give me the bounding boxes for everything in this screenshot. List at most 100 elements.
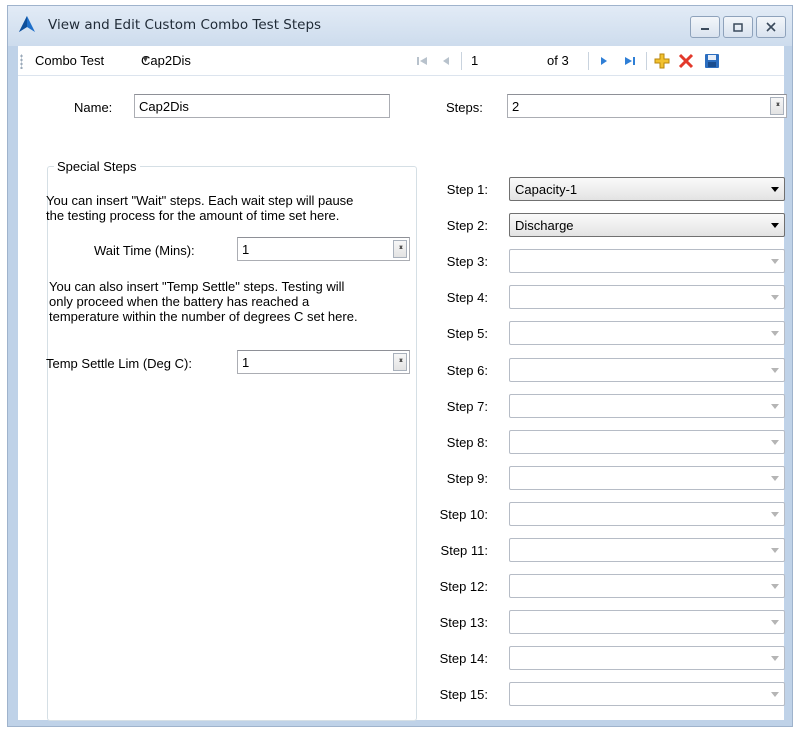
move-previous-icon xyxy=(443,57,449,65)
move-last-icon xyxy=(625,57,635,65)
maximize-icon xyxy=(733,22,743,32)
move-last-button[interactable] xyxy=(620,51,640,71)
wait-time-stepper[interactable]: 1 ▲ ▼ xyxy=(237,237,410,261)
special-steps-title: Special Steps xyxy=(54,159,140,174)
toolbar-grip[interactable] xyxy=(20,54,23,69)
spin-arrows-icon[interactable]: ▲ ▼ xyxy=(393,353,407,371)
step-select xyxy=(509,394,785,418)
step-select xyxy=(509,249,785,273)
step-select[interactable]: Discharge xyxy=(509,213,785,237)
name-input-value: Cap2Dis xyxy=(139,99,189,114)
combo-test-select[interactable]: Cap2Dis ▼ xyxy=(138,49,406,72)
step-select xyxy=(509,285,785,309)
save-disk-icon xyxy=(705,54,719,68)
name-label: Name: xyxy=(74,100,113,115)
dropdown-arrow-icon xyxy=(771,692,779,697)
dropdown-arrow-icon xyxy=(771,259,779,264)
wait-time-label: Wait Time (Mins): xyxy=(94,243,195,258)
move-next-icon xyxy=(601,57,607,65)
step-label: Step 1: xyxy=(446,182,488,197)
dropdown-arrow-icon xyxy=(771,331,779,336)
step-label: Step 13: xyxy=(439,615,488,630)
move-previous-button[interactable] xyxy=(436,51,456,71)
move-first-button[interactable] xyxy=(412,51,432,71)
app-logo-icon xyxy=(19,16,35,32)
spin-arrows-icon[interactable]: ▲ ▼ xyxy=(393,240,407,258)
step-label: Step 7: xyxy=(446,399,488,414)
step-select xyxy=(509,358,785,382)
maximize-button[interactable] xyxy=(723,16,753,38)
toolbar-separator xyxy=(461,52,462,70)
temp-settle-value: 1 xyxy=(242,355,250,370)
chevron-down-icon: ▼ xyxy=(141,54,150,64)
step-select xyxy=(509,646,785,670)
dropdown-arrow-icon xyxy=(771,476,779,481)
spin-arrows-icon[interactable]: ▲ ▼ xyxy=(770,97,784,115)
dropdown-arrow-icon xyxy=(771,620,779,625)
steps-label: Steps: xyxy=(446,100,483,115)
dropdown-arrow-icon xyxy=(771,440,779,445)
step-select xyxy=(509,682,785,706)
navigator-toolbar: Combo Test Cap2Dis ▼ 1 of 3 xyxy=(18,46,784,76)
dropdown-arrow-icon xyxy=(771,548,779,553)
minimize-icon xyxy=(701,28,709,30)
position-value: 1 xyxy=(471,53,479,68)
wait-time-value: 1 xyxy=(242,242,250,257)
step-select xyxy=(509,574,785,598)
step-select xyxy=(509,321,785,345)
steps-stepper-value: 2 xyxy=(512,99,520,114)
position-input[interactable]: 1 xyxy=(467,49,531,72)
step-select-value: Capacity-1 xyxy=(515,182,578,197)
step-label: Step 14: xyxy=(439,651,488,666)
delete-button[interactable] xyxy=(676,51,696,71)
temp-settle-stepper[interactable]: 1 ▲ ▼ xyxy=(237,350,410,374)
move-next-button[interactable] xyxy=(594,51,614,71)
dropdown-arrow-icon xyxy=(771,404,779,409)
step-select xyxy=(509,430,785,454)
name-input[interactable]: Cap2Dis xyxy=(134,94,390,118)
combo-test-window: View and Edit Custom Combo Test Steps Co… xyxy=(7,5,793,727)
move-first-icon xyxy=(417,57,427,65)
form-client-area: Name: Cap2Dis Steps: 2 ▲ ▼ Special Steps … xyxy=(18,76,787,721)
step-select xyxy=(509,466,785,490)
temp-description-line-3: temperature within the number of degrees… xyxy=(49,309,358,324)
step-label: Step 5: xyxy=(446,326,488,341)
dropdown-arrow-icon xyxy=(771,584,779,589)
step-label: Step 12: xyxy=(439,579,488,594)
step-label: Step 15: xyxy=(439,687,488,702)
delete-x-icon xyxy=(678,53,694,69)
dropdown-arrow-icon xyxy=(771,512,779,517)
dropdown-arrow-icon xyxy=(771,223,779,228)
step-label: Step 3: xyxy=(446,254,488,269)
dropdown-arrow-icon xyxy=(771,368,779,373)
dropdown-arrow-icon xyxy=(771,295,779,300)
step-label: Step 4: xyxy=(446,290,488,305)
step-select xyxy=(509,538,785,562)
step-select xyxy=(509,502,785,526)
wait-description-line-2: the testing process for the amount of ti… xyxy=(46,208,340,223)
step-label: Step 9: xyxy=(446,471,488,486)
temp-description-line-1: You can also insert "Temp Settle" steps.… xyxy=(49,279,345,294)
steps-stepper[interactable]: 2 ▲ ▼ xyxy=(507,94,787,118)
add-new-button[interactable] xyxy=(652,51,672,71)
step-label: Step 8: xyxy=(446,435,488,450)
dropdown-arrow-icon xyxy=(771,656,779,661)
step-select[interactable]: Capacity-1 xyxy=(509,177,785,201)
close-icon xyxy=(766,22,776,32)
temp-description-line-2: only proceed when the battery has reache… xyxy=(49,294,310,309)
close-button[interactable] xyxy=(756,16,786,38)
step-label: Step 11: xyxy=(440,543,488,558)
toolbar-separator xyxy=(588,52,589,70)
step-label: Step 2: xyxy=(446,218,488,233)
minimize-button[interactable] xyxy=(690,16,720,38)
step-select-value: Discharge xyxy=(515,218,574,233)
toolbar-separator xyxy=(646,52,647,70)
combo-test-label: Combo Test xyxy=(35,53,105,68)
record-count-label: of 3 xyxy=(547,53,569,68)
temp-settle-label: Temp Settle Lim (Deg C): xyxy=(46,356,192,371)
plus-icon xyxy=(654,53,670,69)
save-button[interactable] xyxy=(702,51,722,71)
step-select xyxy=(509,610,785,634)
wait-description-line-1: You can insert "Wait" steps. Each wait s… xyxy=(46,193,354,208)
title-bar[interactable]: View and Edit Custom Combo Test Steps xyxy=(8,6,792,46)
